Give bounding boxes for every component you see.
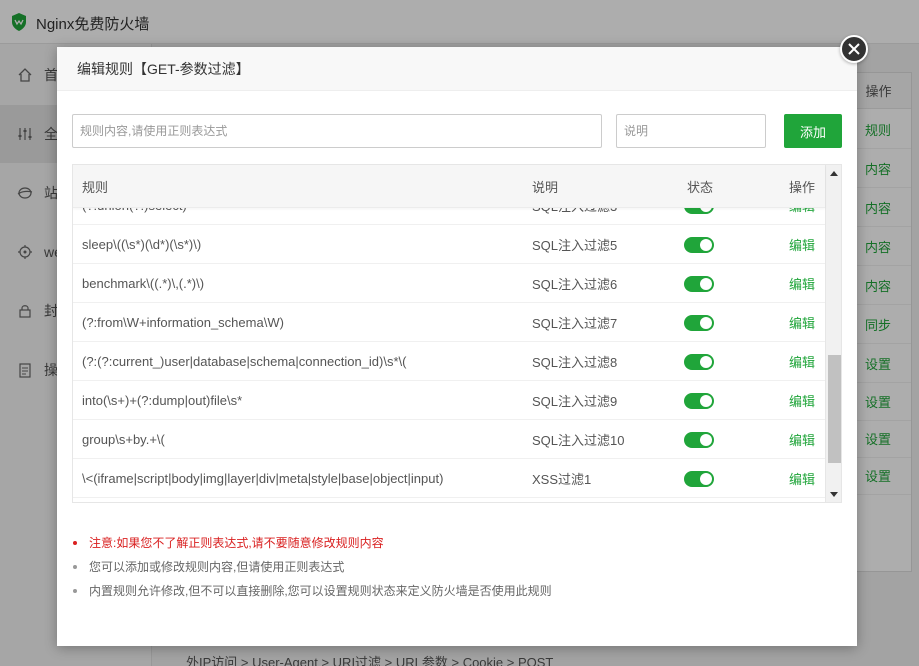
rule-description: SQL注入过滤9: [532, 394, 618, 409]
dialog-title: 编辑规则【GET-参数过滤】: [57, 47, 857, 91]
column-header-rule: 规则: [82, 180, 109, 195]
help-note: 您可以添加或修改规则内容,但请使用正则表达式: [73, 555, 829, 579]
rule-description: SQL注入过滤7: [532, 316, 618, 331]
edit-link[interactable]: 编辑: [789, 381, 815, 420]
close-dialog-button[interactable]: [840, 35, 868, 63]
table-row: (?:(?:current_)user|database|schema|conn…: [73, 342, 825, 381]
status-toggle[interactable]: [684, 236, 714, 253]
rule-pattern: into(\s+)+(?:dump|out)file\s*: [82, 393, 243, 408]
table-row: benchmark\((.*)\,(.*)\) SQL注入过滤6 编辑: [73, 264, 825, 303]
rule-pattern: group\s+by.+\(: [82, 432, 165, 447]
help-note: 内置规则允许修改,但不可以直接删除,您可以设置规则状态来定义防火墙是否使用此规则: [73, 579, 829, 603]
rule-pattern: \<(iframe|script|body|img|layer|div|meta…: [82, 471, 444, 486]
status-toggle[interactable]: [684, 275, 714, 292]
add-rule-form: 添加: [72, 114, 842, 150]
rule-pattern: sleep\((\s*)(\d*)(\s*)\): [82, 237, 202, 252]
edit-link[interactable]: 编辑: [789, 303, 815, 342]
rule-description: SQL注入过滤6: [532, 277, 618, 292]
rule-description: SQL注入过滤5: [532, 238, 618, 253]
edit-link[interactable]: 编辑: [789, 342, 815, 381]
status-cell: [684, 303, 714, 342]
rule-content-input[interactable]: [72, 114, 602, 148]
edit-rule-dialog: 编辑规则【GET-参数过滤】 添加 规则 说明 状态 操作 (?:union(?…: [57, 47, 857, 646]
status-cell: [684, 264, 714, 303]
table-row: into(\s+)+(?:dump|out)file\s* SQL注入过滤9 编辑: [73, 381, 825, 420]
column-header-status: 状态: [687, 180, 714, 195]
edit-link[interactable]: 编辑: [789, 459, 815, 498]
column-header-description: 说明: [532, 180, 559, 195]
edit-link[interactable]: 编辑: [789, 420, 815, 459]
status-toggle[interactable]: [684, 392, 714, 409]
rule-pattern: benchmark\((.*)\,(.*)\): [82, 276, 205, 291]
edit-link[interactable]: 编辑: [789, 264, 815, 303]
add-button[interactable]: 添加: [784, 114, 842, 148]
help-notes: 注意:如果您不了解正则表达式,请不要随意修改规则内容 您可以添加或修改规则内容,…: [73, 531, 829, 603]
rule-description: SQL注入过滤10: [532, 433, 625, 448]
status-cell: [684, 381, 714, 420]
rule-description-input[interactable]: [616, 114, 766, 148]
table-row: sleep\((\s*)(\d*)(\s*)\) SQL注入过滤5 编辑: [73, 225, 825, 264]
table-row: \<(iframe|script|body|img|layer|div|meta…: [73, 459, 825, 498]
scrollbar-thumb[interactable]: [828, 355, 841, 463]
scroll-up-arrow-icon[interactable]: [826, 165, 841, 181]
table-body: (?:union(?:)select)SQL注入过滤3编辑sleep\((\s*…: [73, 186, 825, 498]
status-toggle[interactable]: [684, 353, 714, 370]
status-cell: [684, 459, 714, 498]
status-toggle[interactable]: [684, 470, 714, 487]
edit-link[interactable]: 编辑: [789, 225, 815, 264]
rule-description: XSS过滤1: [532, 472, 592, 487]
status-cell: [684, 420, 714, 459]
scroll-down-arrow-icon[interactable]: [826, 486, 841, 502]
rule-pattern: (?:from\W+information_schema\W): [82, 315, 284, 330]
warning-note: 注意:如果您不了解正则表达式,请不要随意修改规则内容: [73, 531, 829, 555]
table-row: (?:from\W+information_schema\W) SQL注入过滤7 编…: [73, 303, 825, 342]
status-cell: [684, 225, 714, 264]
table-scrollbar[interactable]: [825, 165, 841, 502]
column-header-operation: 操作: [789, 180, 816, 195]
status-cell: [684, 342, 714, 381]
status-toggle[interactable]: [684, 314, 714, 331]
close-icon: [848, 43, 860, 55]
table-row: group\s+by.+\( SQL注入过滤10 编辑: [73, 420, 825, 459]
status-toggle[interactable]: [684, 431, 714, 448]
rule-description: SQL注入过滤8: [532, 355, 618, 370]
rule-pattern: (?:(?:current_)user|database|schema|conn…: [82, 354, 407, 369]
table-header: 规则 说明 状态 操作: [73, 165, 825, 208]
rules-table: 规则 说明 状态 操作 (?:union(?:)select)SQL注入过滤3编…: [72, 164, 842, 503]
